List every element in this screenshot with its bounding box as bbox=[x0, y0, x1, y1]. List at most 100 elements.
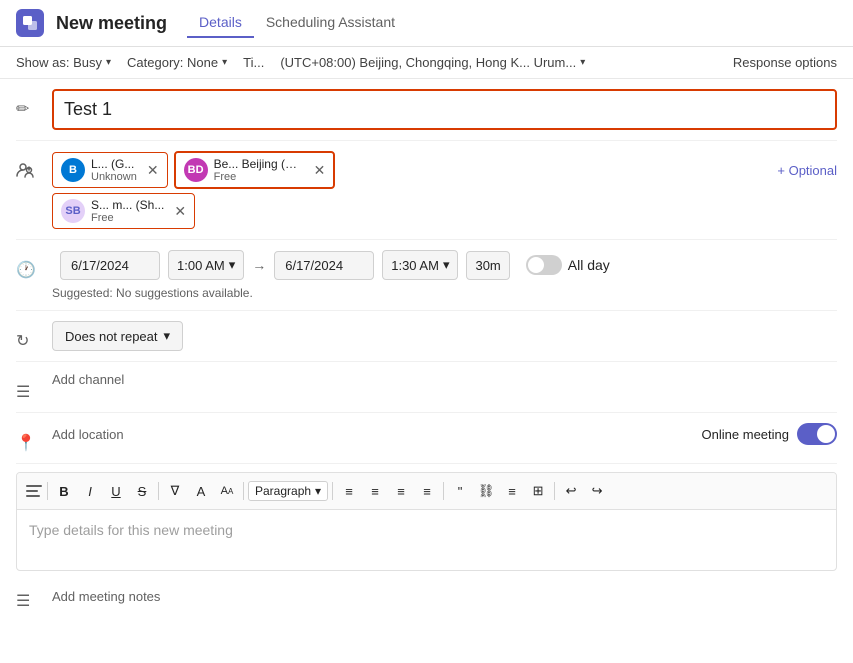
redo-button[interactable]: ↪ bbox=[585, 479, 609, 503]
attendee-chip-b: B L... (G... Unknown ✕ bbox=[52, 152, 168, 188]
toolbar-separator-4 bbox=[332, 482, 333, 500]
allday-toggle[interactable]: All day bbox=[526, 255, 610, 275]
align-left-button[interactable]: ≡ bbox=[337, 479, 361, 503]
arrow-icon: → bbox=[252, 257, 266, 273]
table-button[interactable]: ⊞ bbox=[526, 479, 550, 503]
allday-knob bbox=[528, 257, 544, 273]
duration-badge: 30m bbox=[466, 251, 509, 280]
repeat-row: ↻ Does not repeat ▾ bbox=[16, 311, 837, 362]
notes-icon: ☰ bbox=[16, 581, 52, 611]
repeat-select[interactable]: Does not repeat ▾ bbox=[52, 321, 183, 351]
bullet-list-button[interactable]: ≡ bbox=[389, 479, 413, 503]
title-row: ✏ bbox=[16, 79, 837, 141]
repeat-label: Does not repeat bbox=[65, 329, 158, 344]
quote-button[interactable]: " bbox=[448, 479, 472, 503]
online-meeting-toggle[interactable] bbox=[797, 423, 837, 445]
add-location-button[interactable]: Add location bbox=[52, 427, 124, 442]
suggestion-area: Suggested: No suggestions available. bbox=[16, 284, 253, 300]
timezone-full[interactable]: (UTC+08:00) Beijing, Chongqing, Hong K..… bbox=[280, 55, 585, 70]
show-as-dropdown[interactable]: Show as: Busy ▾ bbox=[16, 55, 111, 70]
toolbar-separator-2 bbox=[158, 482, 159, 500]
location-icon: 📍 bbox=[16, 423, 52, 453]
end-date-input[interactable]: 6/17/2024 bbox=[274, 251, 374, 280]
datetime-row: 🕐 6/17/2024 1:00 AM ▾ → 6/17/2024 1:30 A… bbox=[16, 240, 837, 311]
allday-label: All day bbox=[568, 257, 610, 273]
form-area: ✏ B L... (G... Unknown bbox=[0, 79, 853, 464]
justify-button[interactable]: ≡ bbox=[500, 479, 524, 503]
toolbar-separator-3 bbox=[243, 482, 244, 500]
attendee-chip-bd: BD Be... Beijing (Sh... Free ✕ bbox=[174, 151, 336, 189]
page-title: New meeting bbox=[56, 13, 167, 34]
timezone-chevron-icon: ▾ bbox=[580, 57, 585, 68]
bottom-row: ☰ Add meeting notes bbox=[16, 571, 837, 621]
show-as-chevron-icon: ▾ bbox=[106, 57, 111, 68]
toolbar-separator-5 bbox=[443, 482, 444, 500]
toolbar-separator-1 bbox=[47, 482, 48, 500]
channel-icon: ☰ bbox=[16, 372, 52, 402]
online-meeting-label: Online meeting bbox=[702, 427, 789, 442]
font-size-button[interactable]: AA bbox=[215, 479, 239, 503]
undo-button[interactable]: ↩ bbox=[559, 479, 583, 503]
font-color-button[interactable]: ∇ bbox=[163, 479, 187, 503]
link-button[interactable]: ⛓ bbox=[474, 479, 498, 503]
editor-section: B I U S ∇ A AA Paragraph ▾ ≡ ≡ ≡ ≡ " ⛓ ≡… bbox=[16, 472, 837, 571]
avatar-sb: SB bbox=[61, 199, 85, 223]
italic-button[interactable]: I bbox=[78, 479, 102, 503]
attendee-chip-sb: SB S... m... (Sh... Free ✕ bbox=[52, 193, 195, 229]
toolbar: Show as: Busy ▾ Category: None ▾ Ti... (… bbox=[0, 47, 853, 79]
tab-details[interactable]: Details bbox=[187, 8, 254, 38]
category-chevron-icon: ▾ bbox=[222, 57, 227, 68]
align-center-button[interactable]: ≡ bbox=[363, 479, 387, 503]
suggestion-text: Suggested: No suggestions available. bbox=[52, 286, 253, 300]
numbered-list-button[interactable]: ≡ bbox=[415, 479, 439, 503]
chip-close-sb[interactable]: ✕ bbox=[174, 203, 186, 220]
attendees-area: B L... (G... Unknown ✕ BD Be... Beijing … bbox=[52, 151, 837, 189]
strikethrough-button[interactable]: S bbox=[130, 479, 154, 503]
end-time-select[interactable]: 1:30 AM ▾ bbox=[382, 250, 458, 280]
attendees-icon bbox=[16, 161, 52, 179]
start-time-select[interactable]: 1:00 AM ▾ bbox=[168, 250, 244, 280]
chip-name-sb: S... m... (Sh... bbox=[91, 198, 164, 212]
repeat-icon: ↻ bbox=[16, 321, 52, 351]
bottom-area: ☰ Add meeting notes bbox=[0, 571, 853, 621]
avatar-bd: BD bbox=[184, 158, 208, 182]
online-meeting-wrap: Online meeting bbox=[702, 423, 837, 445]
title-input-wrap bbox=[52, 89, 837, 130]
category-dropdown[interactable]: Category: None ▾ bbox=[127, 55, 227, 70]
teams-icon bbox=[16, 9, 44, 37]
avatar-b: B bbox=[61, 158, 85, 182]
timezone-short[interactable]: Ti... bbox=[243, 55, 264, 70]
chip-close-bd[interactable]: ✕ bbox=[314, 162, 326, 179]
paragraph-chevron-icon: ▾ bbox=[315, 484, 321, 498]
chip-name-bd: Be... Beijing (Sh... bbox=[214, 157, 304, 171]
chip-status-bd: Free bbox=[214, 171, 304, 183]
editor-toolbar: B I U S ∇ A AA Paragraph ▾ ≡ ≡ ≡ ≡ " ⛓ ≡… bbox=[17, 473, 836, 510]
add-channel-button[interactable]: Add channel bbox=[52, 372, 124, 387]
datetime-fields: 🕐 6/17/2024 1:00 AM ▾ → 6/17/2024 1:30 A… bbox=[16, 250, 837, 280]
highlight-button[interactable]: A bbox=[189, 479, 213, 503]
edit-icon: ✏ bbox=[16, 89, 52, 119]
tab-scheduling-assistant[interactable]: Scheduling Assistant bbox=[254, 8, 407, 38]
clock-icon: 🕐 bbox=[16, 250, 52, 280]
chip-status-b: Unknown bbox=[91, 171, 137, 183]
allday-switch[interactable] bbox=[526, 255, 562, 275]
chip-status-sb: Free bbox=[91, 212, 164, 224]
header: New meeting Details Scheduling Assistant bbox=[0, 0, 853, 47]
location-content: Add location Online meeting bbox=[52, 423, 837, 445]
chip-close-b[interactable]: ✕ bbox=[147, 162, 159, 179]
attendees-row2: SB S... m... (Sh... Free ✕ bbox=[16, 193, 837, 229]
editor-body[interactable]: Type details for this new meeting bbox=[17, 510, 836, 570]
underline-button[interactable]: U bbox=[104, 479, 128, 503]
header-tabs: Details Scheduling Assistant bbox=[187, 8, 407, 38]
toolbar-separator-6 bbox=[554, 482, 555, 500]
paragraph-style-select[interactable]: Paragraph ▾ bbox=[248, 481, 328, 501]
add-meeting-notes-button[interactable]: Add meeting notes bbox=[52, 589, 160, 604]
online-meeting-knob bbox=[817, 425, 835, 443]
response-options-button[interactable]: Response options bbox=[733, 55, 837, 70]
channel-row: ☰ Add channel bbox=[16, 362, 837, 413]
optional-button[interactable]: + Optional bbox=[777, 163, 837, 178]
title-input[interactable] bbox=[52, 89, 837, 130]
start-date-input[interactable]: 6/17/2024 bbox=[60, 251, 160, 280]
bold-button[interactable]: B bbox=[52, 479, 76, 503]
start-time-chevron-icon: ▾ bbox=[229, 257, 236, 273]
